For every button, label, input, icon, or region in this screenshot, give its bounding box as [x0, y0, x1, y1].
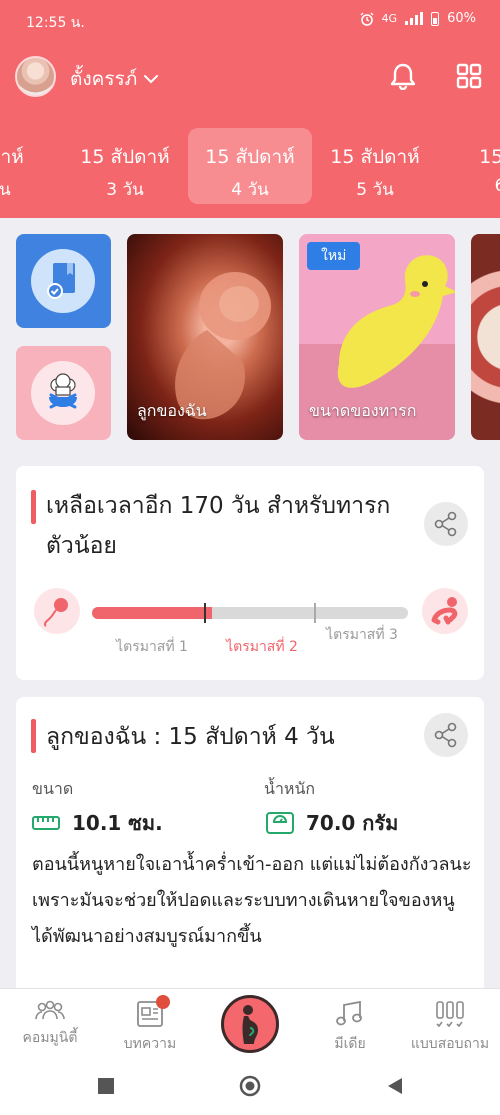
bell-icon[interactable]	[390, 62, 416, 90]
nav-media[interactable]: มีเดีย	[300, 989, 400, 1057]
battery-icon	[431, 11, 440, 26]
ruler-icon	[32, 816, 60, 830]
nav-media-label: มีเดีย	[334, 1036, 366, 1052]
baby-title: ลูกของฉัน : 15 สัปดาห์ 4 วัน	[46, 724, 335, 750]
community-icon	[35, 1000, 65, 1020]
feature-cards: ลูกของฉัน ใหม่ ขนาดของทารก	[0, 218, 500, 458]
app-header: 12:55 น. 4G 60% ตั้งครรภ์ ปดาห์ วัน 15 ส…	[0, 0, 500, 218]
baby-size-caption: ขนาดของทารก	[309, 401, 417, 420]
week-tab[interactable]: ปดาห์ วัน	[0, 128, 62, 204]
recipes-tile[interactable]	[16, 346, 111, 440]
avatar[interactable]	[15, 56, 56, 97]
signal-icon	[405, 12, 424, 25]
next-card-peek[interactable]	[471, 234, 500, 440]
nav-quiz[interactable]: แบบสอบถาม	[400, 989, 500, 1057]
my-baby-card[interactable]: ลูกของฉัน	[127, 234, 283, 440]
recent-apps-icon[interactable]	[97, 1077, 115, 1095]
share-button[interactable]	[424, 502, 468, 546]
baby-description: ตอนนี้หนูหายใจเอาน้ำคร่ำเข้า-ออก แต่แม่ไ…	[32, 854, 472, 947]
current-position-marker	[204, 603, 206, 623]
baby-size-card[interactable]: ใหม่ ขนาดของทารก	[299, 234, 455, 440]
weight-label: น้ำหนัก	[264, 779, 316, 798]
status-time: 12:55 น.	[26, 15, 85, 31]
crawling-baby-icon	[422, 588, 468, 634]
accent-bar	[31, 719, 36, 753]
music-note-icon	[336, 1000, 362, 1026]
system-nav-bar	[0, 1056, 500, 1115]
back-icon[interactable]	[386, 1077, 404, 1095]
nav-articles-label: บทความ	[123, 1036, 177, 1052]
quiz-icon	[436, 1001, 464, 1028]
trimester-divider	[314, 603, 316, 623]
progress-fill	[92, 607, 213, 619]
status-icons: 4G 60%	[360, 11, 476, 26]
share-button[interactable]	[424, 713, 468, 757]
scale-icon	[266, 812, 294, 834]
week-tab[interactable]: 15 สั 6	[438, 128, 500, 204]
share-icon	[434, 511, 457, 537]
nav-quiz-label: แบบสอบถาม	[410, 1036, 490, 1052]
size-label: ขนาด	[32, 779, 74, 798]
weight-value-row: 70.0 กรัม	[266, 807, 398, 839]
week-tab[interactable]: 15 สัปดาห์ 3 วัน	[63, 128, 187, 204]
checklist-tile[interactable]	[16, 234, 111, 328]
book-check-icon	[47, 263, 75, 299]
nav-community[interactable]: คอมมูนิตี้	[0, 989, 100, 1057]
battery-level: 60%	[447, 11, 476, 26]
network-type: 4G	[381, 12, 398, 25]
pregnancy-home-button[interactable]	[221, 995, 279, 1053]
grid-menu-icon[interactable]	[456, 63, 482, 89]
week-tab-active[interactable]: 15 สัปดาห์ 4 วัน	[188, 128, 312, 204]
alarm-icon	[360, 12, 374, 26]
new-badge: ใหม่	[307, 242, 361, 270]
pregnancy-progress-bar	[92, 603, 408, 623]
trimester-1-label: ไตรมาสที่ 1	[116, 639, 188, 655]
week-tab[interactable]: 15 สัปดาห์ 5 วัน	[313, 128, 437, 204]
status-bar: 12:55 น. 4G 60%	[0, 0, 500, 40]
baby-info-card: ลูกของฉัน : 15 สัปดาห์ 4 วัน ขนาด 10.1 ซ…	[16, 697, 484, 1017]
my-baby-caption: ลูกของฉัน	[137, 401, 207, 420]
trimester-2-label: ไตรมาสที่ 2	[226, 639, 298, 655]
username: ตั้งครรภ์	[70, 68, 138, 90]
notification-dot	[156, 995, 170, 1009]
chevron-down-icon	[144, 75, 159, 84]
home-icon[interactable]	[239, 1075, 261, 1097]
countdown-card: เหลือเวลาอีก 170 วัน สำหรับทารกตัวน้อย ไ…	[16, 466, 484, 680]
nav-community-label: คอมมูนิตี้	[22, 1030, 78, 1046]
weight-value: 70.0 กรัม	[306, 811, 399, 835]
conception-icon	[34, 588, 80, 634]
week-selector: ปดาห์ วัน 15 สัปดาห์ 3 วัน 15 สัปดาห์ 4 …	[0, 128, 500, 204]
pregnant-woman-icon	[242, 1005, 258, 1044]
accent-bar	[31, 490, 36, 524]
size-value: 10.1 ซม.	[72, 811, 163, 835]
nav-articles[interactable]: บทความ	[100, 989, 200, 1057]
countdown-title: เหลือเวลาอีก 170 วัน สำหรับทารกตัวน้อย	[46, 493, 391, 559]
chef-hat-icon	[49, 373, 77, 409]
share-icon	[434, 722, 457, 748]
trimester-3-label: ไตรมาสที่ 3	[326, 627, 398, 643]
size-value-row: 10.1 ซม.	[32, 807, 163, 839]
profile-switcher[interactable]: ตั้งครรภ์	[70, 64, 159, 94]
